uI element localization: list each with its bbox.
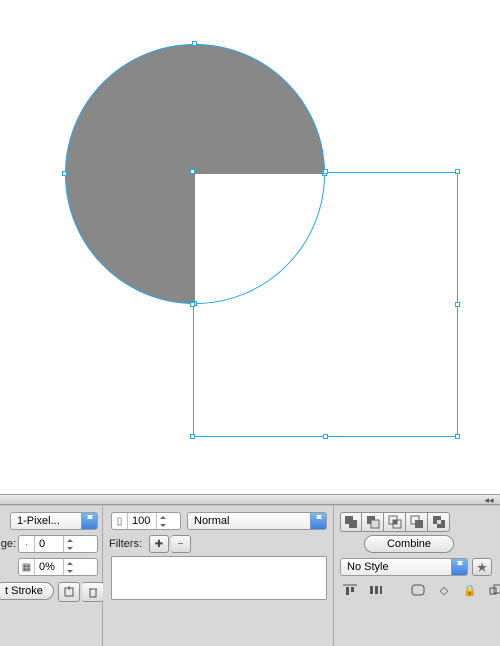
edge-softness-icon: · xyxy=(19,536,35,552)
pathfinder-subtract-button[interactable] xyxy=(362,512,384,532)
opacity-value: 100 xyxy=(128,515,156,527)
pathfinder-group: Combine No Style ◇ 🔒 xyxy=(334,506,500,646)
selection-handle[interactable] xyxy=(192,41,197,46)
texture-input[interactable]: ▦ 0% xyxy=(18,558,98,576)
texture-icon: ▦ xyxy=(19,559,35,575)
anchor-icon[interactable]: ◇ xyxy=(434,582,454,598)
pathfinder-union-button[interactable] xyxy=(340,512,362,532)
filters-label: Filters: xyxy=(109,538,149,550)
texture-value: 0% xyxy=(35,561,63,573)
stepper-down-icon[interactable] xyxy=(64,567,75,575)
delete-stroke-button[interactable] xyxy=(82,582,104,602)
align-top-icon[interactable] xyxy=(340,582,360,598)
combine-button[interactable]: Combine xyxy=(364,535,454,553)
opacity-filters-group: ▯ 100 Normal Filters: ✚ − xyxy=(103,506,334,646)
panel-collapse-icon[interactable]: ◂◂ xyxy=(482,495,496,505)
stroke-preset-label: 1-Pixel... xyxy=(17,515,60,527)
edge-value: 0 xyxy=(35,538,63,550)
trash-icon xyxy=(87,586,99,598)
opacity-icon: ▯ xyxy=(112,513,128,529)
selection-handle[interactable] xyxy=(455,169,460,174)
selection-handle[interactable] xyxy=(190,434,195,439)
stepper-down-icon[interactable] xyxy=(64,544,75,552)
stroke-preset-select[interactable]: 1-Pixel... xyxy=(10,512,98,530)
opacity-input[interactable]: ▯ 100 xyxy=(111,512,181,530)
stroke-group: 1-Pixel... ge: · 0 ▦ 0% t Stroke xyxy=(0,506,103,646)
selection-handle[interactable] xyxy=(455,434,460,439)
selection-handle[interactable] xyxy=(323,434,328,439)
edge-input[interactable]: · 0 xyxy=(18,535,98,553)
selection-handle[interactable] xyxy=(190,169,195,174)
add-stroke-button[interactable] xyxy=(58,582,80,602)
distribute-icon[interactable] xyxy=(366,582,386,598)
selection-handle[interactable] xyxy=(455,302,460,307)
new-style-button[interactable] xyxy=(472,558,492,576)
style-select[interactable]: No Style xyxy=(340,558,468,576)
scale-icon[interactable] xyxy=(486,582,500,598)
canvas-area[interactable] xyxy=(0,0,500,495)
remove-filter-button[interactable]: − xyxy=(171,535,191,553)
stepper-down-icon[interactable] xyxy=(157,521,168,529)
selection-handle[interactable] xyxy=(62,171,67,176)
pathfinder-crop-button[interactable] xyxy=(406,512,428,532)
stepper-up-icon[interactable] xyxy=(157,513,168,521)
stepper-up-icon[interactable] xyxy=(64,559,75,567)
rounded-rect-icon[interactable] xyxy=(408,582,428,598)
panel-header-bar: ◂◂ xyxy=(0,494,500,505)
lock-icon[interactable]: 🔒 xyxy=(460,582,480,598)
add-filter-button[interactable]: ✚ xyxy=(149,535,169,553)
edge-label: ge: xyxy=(0,538,16,550)
star-icon xyxy=(477,562,487,572)
filters-list[interactable] xyxy=(111,556,327,600)
circle-shape[interactable] xyxy=(65,44,325,304)
selection-handle[interactable] xyxy=(190,302,195,307)
pathfinder-intersect-button[interactable] xyxy=(384,512,406,532)
stroke-button[interactable]: t Stroke xyxy=(0,582,54,600)
blend-mode-label: Normal xyxy=(194,515,229,527)
stepper-up-icon[interactable] xyxy=(64,536,75,544)
add-icon xyxy=(63,586,75,598)
selection-handle[interactable] xyxy=(323,169,328,174)
blend-mode-select[interactable]: Normal xyxy=(187,512,327,530)
pathfinder-punch-button[interactable] xyxy=(428,512,450,532)
combine-button-label: Combine xyxy=(387,538,431,550)
stroke-button-label: t Stroke xyxy=(5,585,43,597)
properties-panel: ◂◂ 1-Pixel... ge: · 0 ▦ 0% t Stroke xyxy=(0,494,500,645)
style-select-label: No Style xyxy=(347,561,389,573)
